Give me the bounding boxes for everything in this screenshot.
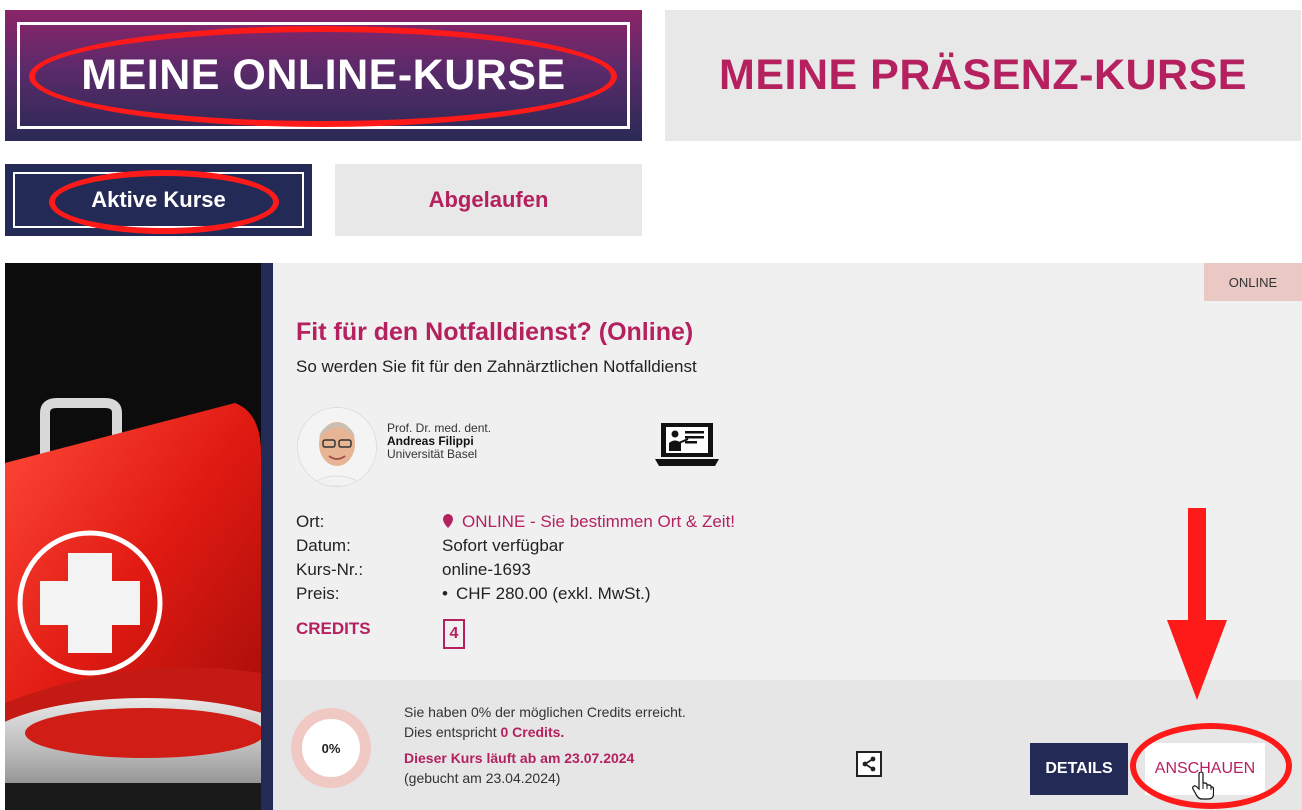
credits-equivalent-line: Dies entspricht 0 Credits. [404,722,686,742]
credits-progress-ring: 0% [291,708,371,788]
course-image [5,263,261,810]
course-subtitle: So werden Sie fit für den Zahnärztlichen… [296,357,697,376]
annotation-arrow-shaft [1188,508,1206,628]
speaker-info: Prof. Dr. med. dent. Andreas Filippi Uni… [387,422,491,461]
bullet-icon: • [442,584,448,603]
card-accent-stripe [261,263,273,810]
course-title[interactable]: Fit für den Notfalldienst? (Online) [296,318,693,347]
first-aid-kit-image [5,263,261,810]
annotation-ellipse-online-tab [29,26,617,127]
location-value: ONLINE - Sie bestimmen Ort & Zeit! [462,512,736,531]
credits-label: CREDITS [296,619,371,638]
online-course-laptop-icon [655,421,719,472]
hand-cursor-icon [1192,771,1215,805]
course-number-value: online-1693 [442,560,531,579]
date-value: Sofort verfügbar [442,536,564,555]
share-icon[interactable] [856,751,882,777]
map-pin-icon [443,514,453,528]
speaker-institution: Universität Basel [387,447,478,461]
speaker-photo [298,408,376,486]
progress-percent: 0% [321,740,341,756]
course-booked-date: (gebucht am 23.04.2024) [404,770,561,786]
price-value: CHF 280.00 (exkl. MwSt.) [455,584,651,603]
course-expiry: Dieser Kurs läuft ab am 23.07.2024 [404,750,635,766]
credits-value: 4 [443,619,465,649]
credits-equivalent-value: 0 Credits. [500,724,565,740]
location-label: Ort: [296,512,325,531]
info-row-location: Ort: ONLINE - Sie bestimmen Ort & Zeit! [296,510,735,534]
price-value-wrap: • CHF 280.00 (exkl. MwSt.) [442,582,651,606]
price-label: Preis: [296,584,340,603]
credits-reached-text: Sie haben 0% der möglichen Credits errei… [404,704,686,720]
annotation-arrow-head [1167,620,1227,700]
subtab-expired-label: Abgelaufen [428,187,549,212]
credits-equivalent-prefix: Dies entspricht [404,724,501,740]
course-info: Ort: ONLINE - Sie bestimmen Ort & Zeit! … [296,510,735,606]
tab-presence-label: MEINE PRÄSENZ-KURSE [719,51,1247,99]
location-value-wrap: ONLINE - Sie bestimmen Ort & Zeit! [442,510,735,534]
speaker-avatar [297,407,377,487]
subtab-expired-courses[interactable]: Abgelaufen [335,164,642,236]
speaker-name: Andreas Filippi [387,434,474,448]
info-row-date: Datum: Sofort verfügbar [296,534,735,558]
tab-presence-courses[interactable]: MEINE PRÄSENZ-KURSE [665,10,1301,141]
details-button[interactable]: DETAILS [1030,743,1128,795]
annotation-ellipse-active-tab [49,170,279,234]
online-badge: ONLINE [1204,263,1302,301]
info-row-course-number: Kurs-Nr.: online-1693 [296,558,735,582]
credits-summary: Sie haben 0% der möglichen Credits errei… [404,702,686,788]
course-card: ONLINE Fit für den Notfalldienst? (Onlin… [273,263,1302,680]
info-row-price: Preis: • CHF 280.00 (exkl. MwSt.) [296,582,735,606]
date-label: Datum: [296,536,351,555]
course-number-label: Kurs-Nr.: [296,560,364,579]
